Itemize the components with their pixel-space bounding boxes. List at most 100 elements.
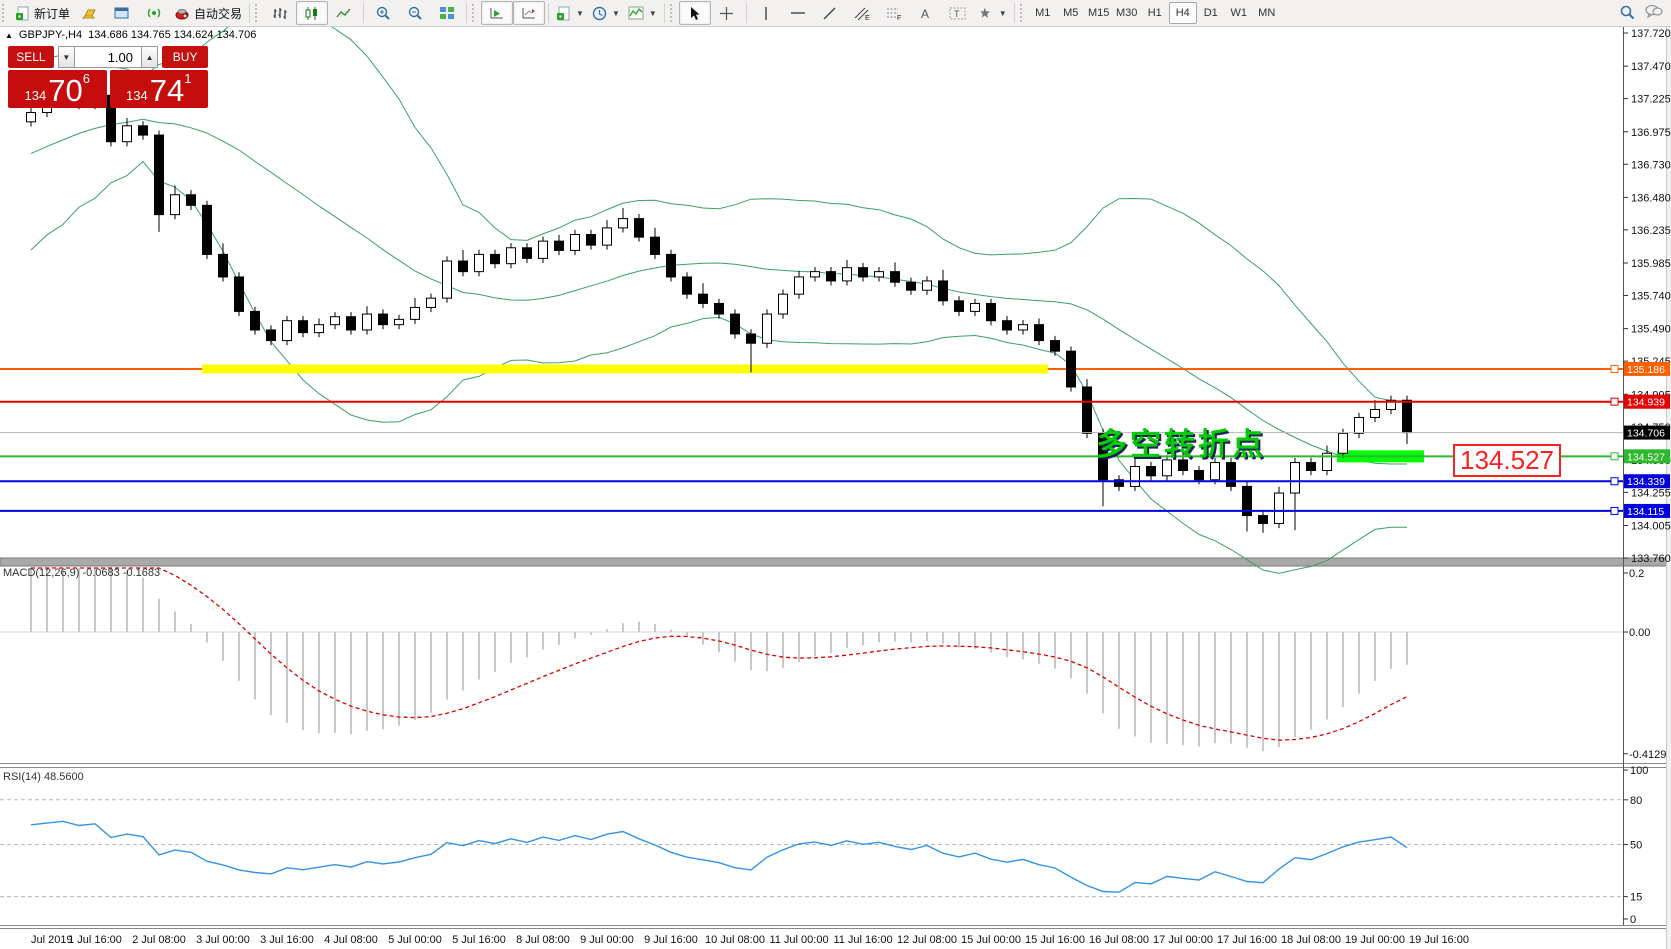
tab-timeframe-m15[interactable]: M15 [1085,2,1113,24]
market-watch-button[interactable] [74,1,106,25]
buy-price-big: 74 [149,73,185,108]
candle-body [890,271,900,283]
svg-text:0.00: 0.00 [1629,627,1650,639]
text-label-icon: T [949,6,966,21]
line-anchor[interactable] [1610,477,1619,486]
tab-timeframe-m5[interactable]: M5 [1057,2,1085,24]
candlestick-icon [304,6,320,21]
periods-dropdown[interactable]: ▼ [588,1,624,25]
collapse-arrow-icon[interactable]: ▲ [5,31,13,40]
candle-body [970,302,980,312]
svg-text:136.235: 136.235 [1631,225,1671,237]
symbol-header: ▲ GBPJPY-,H4 134.686 134.765 134.624 134… [5,29,256,41]
candle-body [1370,409,1380,418]
trendline-tool[interactable] [814,1,846,25]
cursor-tool-button[interactable] [678,1,711,25]
shapes-icon [978,6,994,21]
price-callout-box[interactable]: 134.527 [1453,444,1561,477]
time-label: 19 Jul 00:00 [1345,934,1405,946]
volume-input[interactable] [75,46,141,68]
tab-timeframe-h1[interactable]: H1 [1141,2,1169,24]
svg-text:134.339: 134.339 [1627,476,1665,488]
new-order-button[interactable]: 新订单 [11,1,74,25]
chart-shift-button[interactable] [513,1,546,25]
buy-price[interactable]: 134 74 1 [109,70,208,108]
text-label-tool[interactable]: T [942,1,974,25]
yellow-zone[interactable] [202,364,1048,374]
candle-body [474,253,484,273]
candle-body [538,240,548,259]
sell-price[interactable]: 134 70 6 [8,70,107,108]
candle-body [1018,324,1028,331]
chat-icon[interactable] [1645,4,1663,22]
candle-body [618,218,628,229]
buy-button[interactable]: BUY [162,46,208,68]
shapes-dropdown[interactable]: ▼ [974,1,1011,25]
line-anchor[interactable] [1610,452,1619,461]
horizontal-line-tool[interactable] [782,1,814,25]
time-label: Jul 2019 [31,934,73,946]
line-anchor[interactable] [1610,506,1619,515]
svg-text:134.527: 134.527 [1627,451,1665,463]
candle-body [714,302,724,315]
line-chart-icon [336,6,352,21]
candle-body [634,218,644,238]
zoom-in-button[interactable] [367,1,399,25]
new-chart-dropdown[interactable]: ▼ [552,1,588,25]
auto-scroll-button[interactable] [481,1,514,25]
candle-body [986,302,996,322]
time-label: 2 Jul 08:00 [132,934,186,946]
time-axis[interactable]: Jul 20191 Jul 16:00 2 Jul 08:00 3 Jul 00:0… [31,934,1469,946]
svg-text:136.730: 136.730 [1631,159,1671,171]
new-chart-icon [556,6,571,21]
candle-body [362,313,372,331]
search-icon[interactable] [1619,4,1635,23]
tab-timeframe-d1[interactable]: D1 [1197,2,1225,24]
candle-body [1306,462,1316,471]
crosshair-tool-button[interactable] [711,1,743,25]
chart-annotation-text[interactable]: 多空转折点 [1096,419,1266,464]
data-window-button[interactable] [106,1,138,25]
candlestick-chart-button[interactable] [296,1,329,25]
volume-decrease-button[interactable]: ▼ [57,46,75,68]
svg-text:137.225: 137.225 [1631,94,1671,106]
candle-body [490,253,500,265]
tab-timeframe-w1[interactable]: W1 [1225,2,1253,24]
tile-windows-button[interactable] [431,1,463,25]
candle-body [298,320,308,334]
equidistant-channel-tool[interactable]: E [846,1,878,25]
bar-chart-button[interactable] [264,1,296,25]
svg-text:135.740: 135.740 [1631,291,1671,303]
signals-button[interactable] [138,1,170,25]
svg-text:134.005: 134.005 [1631,521,1671,533]
text-tool[interactable]: A [910,1,942,25]
svg-text:136.480: 136.480 [1631,192,1671,204]
indicators-dropdown[interactable]: ▼ [624,1,661,25]
tab-timeframe-m1[interactable]: M1 [1029,2,1057,24]
svg-text:A: A [921,7,929,21]
svg-text:E: E [865,15,870,21]
pane-separator-main-macd[interactable] [0,557,1671,567]
tab-timeframe-m30[interactable]: M30 [1113,2,1141,24]
zoom-out-button[interactable] [399,1,431,25]
volume-increase-button[interactable]: ▲ [141,46,159,68]
trendline-icon [822,6,837,21]
time-label: 4 Jul 08:00 [324,934,378,946]
line-chart-button[interactable] [328,1,360,25]
tab-timeframe-h4[interactable]: H4 [1168,2,1197,24]
time-label: 17 Jul 16:00 [1217,934,1277,946]
sell-button[interactable]: SELL [8,46,54,68]
vertical-line-tool[interactable] [750,1,782,25]
chart-canvas[interactable]: 137.720 137.470 137.225 136.975 136.730 136.4… [0,0,1671,949]
auto-trading-button[interactable]: 自动交易 [170,1,246,25]
svg-text:136.975: 136.975 [1631,127,1671,139]
tab-timeframe-mn[interactable]: MN [1253,2,1281,24]
line-anchor[interactable] [1610,364,1619,373]
candle-body [394,318,404,326]
fibonacci-tool[interactable]: F [878,1,910,25]
line-anchor[interactable] [1610,397,1619,406]
svg-text:137.470: 137.470 [1631,61,1671,73]
time-label: 11 Jul 16:00 [833,934,892,946]
chart-shift-icon [521,6,537,20]
candle-body [730,313,740,335]
